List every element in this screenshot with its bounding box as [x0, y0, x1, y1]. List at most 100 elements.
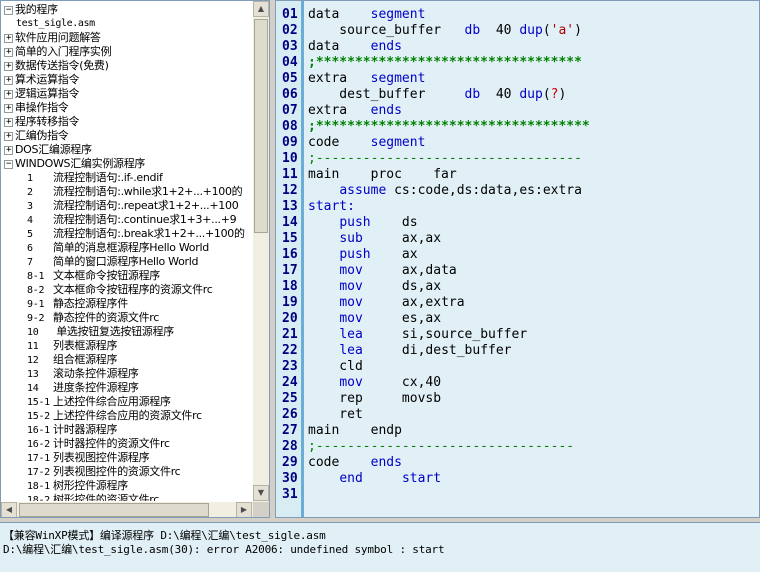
expand-icon[interactable]: + — [4, 76, 13, 85]
code-line[interactable]: 22 lea di,dest_buffer — [276, 343, 759, 359]
code-line[interactable]: 09 code segment — [276, 135, 759, 151]
tree-item[interactable]: + 程序转移指令 — [1, 115, 253, 129]
tree-item[interactable]: 9-1 静态控源程序件 — [1, 297, 253, 311]
tree-item[interactable]: + 简单的入门程序实例 — [1, 45, 253, 59]
code-line[interactable]: 16 push ax — [276, 247, 759, 263]
code-line[interactable]: 28 ;--------------------------------- — [276, 439, 759, 455]
tree-item[interactable]: test_sigle.asm — [1, 17, 253, 31]
code-line[interactable]: 08 ;*********************************** — [276, 119, 759, 135]
tree-item[interactable]: 17-1 列表视图控件源程序 — [1, 451, 253, 465]
code-line[interactable]: 04 ;********************************** — [276, 55, 759, 71]
line-number: 28 — [282, 439, 298, 454]
code-line[interactable]: 26 ret — [276, 407, 759, 423]
tree-item[interactable]: + 汇编伪指令 — [1, 129, 253, 143]
tree-item[interactable]: 2 流程控制语句:.while求1+2+...+100的 — [1, 185, 253, 199]
tree-item[interactable]: 15-1 上述控件综合应用源程序 — [1, 395, 253, 409]
tree-item[interactable]: 16-2 计时器控件的资源文件rc — [1, 437, 253, 451]
arrow-down-icon[interactable]: ▼ — [253, 485, 269, 501]
code-line[interactable]: 13 start: — [276, 199, 759, 215]
tree-item[interactable]: 9-2 静态控件的资源文件rc — [1, 311, 253, 325]
tree-item[interactable]: + 逻辑运算指令 — [1, 87, 253, 101]
tree-item[interactable]: 4 流程控制语句:.continue求1+3+...+9 — [1, 213, 253, 227]
expand-icon[interactable]: + — [4, 48, 13, 57]
code-line[interactable]: 02 source_buffer db 40 dup('a') — [276, 23, 759, 39]
expand-icon[interactable]: + — [4, 118, 13, 127]
arrow-right-icon[interactable]: ▶ — [236, 502, 252, 517]
tree-item[interactable]: 12 组合框源程序 — [1, 353, 253, 367]
code-line[interactable]: 03 data ends — [276, 39, 759, 55]
tree-vertical-scrollbar[interactable]: ▲ ▼ — [253, 1, 269, 502]
tree-item[interactable]: 8-2 文本框命令按钮程序的资源文件rc — [1, 283, 253, 297]
tree-item[interactable]: + 算术运算指令 — [1, 73, 253, 87]
expand-icon[interactable]: + — [4, 104, 13, 113]
code-editor[interactable]: 01 data segment 02 source_buffer db 40 dup… — [275, 0, 760, 518]
code-line[interactable]: 07 extra ends — [276, 103, 759, 119]
arrow-up-icon[interactable]: ▲ — [253, 1, 269, 17]
tree-item[interactable]: 15-2 上述控件综合应用的资源文件rc — [1, 409, 253, 423]
tree-item[interactable]: 7 简单的窗口源程序Hello World — [1, 255, 253, 269]
line-number: 08 — [282, 119, 298, 134]
code-line[interactable]: 20 mov es,ax — [276, 311, 759, 327]
tree-vscroll-thumb[interactable] — [254, 19, 268, 233]
code-line[interactable]: 31 — [276, 487, 759, 503]
code-text: lea di,dest_buffer — [308, 343, 511, 359]
tree-item[interactable]: 11 列表框源程序 — [1, 339, 253, 353]
tree-item[interactable]: − 我的程序 — [1, 3, 253, 17]
tree-item[interactable]: 6 简单的消息框源程序Hello World — [1, 241, 253, 255]
code-line[interactable]: 25 rep movsb — [276, 391, 759, 407]
code-line[interactable]: 23 cld — [276, 359, 759, 375]
expand-icon[interactable]: + — [4, 34, 13, 43]
tree-item[interactable]: 8-1 文本框命令按钮源程序 — [1, 269, 253, 283]
expand-icon[interactable]: + — [4, 132, 13, 141]
tree-item-text: 文本框命令按钮程序的资源文件rc — [53, 283, 213, 296]
code-line[interactable]: 27 main endp — [276, 423, 759, 439]
code-line[interactable]: 01 data segment — [276, 7, 759, 23]
code-line[interactable]: 18 mov ds,ax — [276, 279, 759, 295]
collapse-icon[interactable]: − — [4, 160, 13, 169]
tree-item-text: 流程控制语句:.continue求1+3+...+9 — [53, 213, 237, 226]
tree-item[interactable]: + DOS汇编源程序 — [1, 143, 253, 157]
tree-item[interactable]: 3 流程控制语句:.repeat求1+2+...+100 — [1, 199, 253, 213]
code-line[interactable]: 29 code ends — [276, 455, 759, 471]
expand-icon[interactable]: + — [4, 146, 13, 155]
tree-item[interactable]: 10 单选按钮复选按钮源程序 — [1, 325, 253, 339]
tree-item[interactable]: + 软件应用问题解答 — [1, 31, 253, 45]
tree-item[interactable]: − WINDOWS汇编实例源程序 — [1, 157, 253, 171]
expand-icon[interactable]: + — [4, 62, 13, 71]
expand-icon[interactable]: + — [4, 90, 13, 99]
tree-horizontal-scrollbar[interactable]: ◀ ▶ — [1, 502, 253, 517]
code-line[interactable]: 05 extra segment — [276, 71, 759, 87]
tree-item[interactable]: 13 滚动条控件源程序 — [1, 367, 253, 381]
tree-item-number: 1 — [27, 173, 33, 184]
tree-item[interactable]: 18-2 树形控件的资源文件rc — [1, 493, 253, 501]
code-keyword: start — [401, 471, 442, 486]
tree-item[interactable]: 18-1 树形控件源程序 — [1, 479, 253, 493]
code-line[interactable]: 06 dest_buffer db 40 dup(?) — [276, 87, 759, 103]
code-line[interactable]: 15 sub ax,ax — [276, 231, 759, 247]
tree-item[interactable]: 17-2 列表视图控件的资源文件rc — [1, 465, 253, 479]
collapse-icon[interactable]: − — [4, 6, 13, 15]
tree-item[interactable]: 16-1 计时器源程序 — [1, 423, 253, 437]
code-line[interactable]: 24 mov cx,40 — [276, 375, 759, 391]
code-text: ;--------------------------------- — [308, 439, 574, 455]
code-line[interactable]: 12 assume cs:code,ds:data,es:extra — [276, 183, 759, 199]
code-line[interactable]: 14 push ds — [276, 215, 759, 231]
code-line[interactable]: 10 ;---------------------------------- — [276, 151, 759, 167]
tree-item[interactable]: 1 流程控制语句:.if-.endif — [1, 171, 253, 185]
tree-item[interactable]: + 数据传送指令(免费) — [1, 59, 253, 73]
output-error-line[interactable]: D:\编程\汇编\test_sigle.asm(30): error A2006… — [3, 543, 445, 557]
code-line[interactable]: 11 main proc far — [276, 167, 759, 183]
tree-item[interactable]: 5 流程控制语句:.break求1+2+...+100的 — [1, 227, 253, 241]
code-line[interactable]: 21 lea si,source_buffer — [276, 327, 759, 343]
tree-item-number: 18-2 — [27, 495, 50, 501]
tree-hscroll-thumb[interactable] — [19, 503, 209, 517]
tree-item[interactable]: + 串操作指令 — [1, 101, 253, 115]
code-line[interactable]: 19 mov ax,extra — [276, 295, 759, 311]
code-text: start: — [308, 199, 355, 215]
tree-item[interactable]: 14 进度条控件源程序 — [1, 381, 253, 395]
tree-item-number: 2 — [27, 187, 33, 198]
code-line[interactable]: 30 end start — [276, 471, 759, 487]
code-line[interactable]: 17 mov ax,data — [276, 263, 759, 279]
arrow-left-icon[interactable]: ◀ — [1, 502, 17, 517]
